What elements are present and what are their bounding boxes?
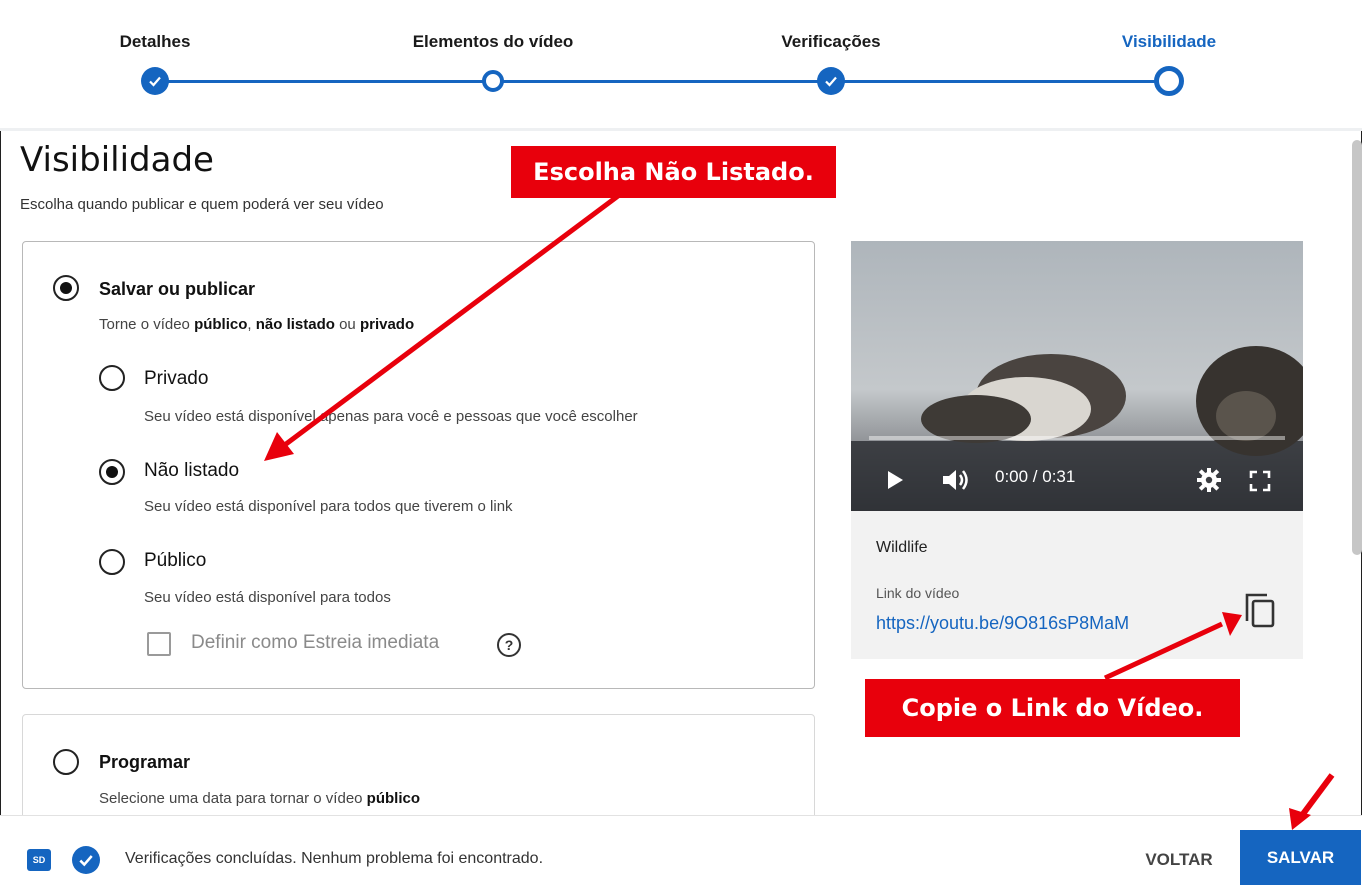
premiere-checkbox[interactable] [147,632,171,656]
help-icon[interactable]: ? [497,633,521,657]
save-publish-card: Salvar ou publicar Torne o vídeo público… [22,241,815,689]
private-desc: Seu vídeo está disponível apenas para vo… [144,408,638,425]
video-thumbnail [851,241,1303,511]
check-icon [149,76,161,87]
page-subtitle: Escolha quando publicar e quem poderá ve… [20,196,384,213]
volume-icon[interactable] [941,467,971,493]
video-link[interactable]: https://youtu.be/9O816sP8MaM [876,613,1129,634]
check-icon [79,855,93,867]
save-button[interactable]: SALVAR [1240,830,1361,885]
play-icon[interactable] [885,469,905,491]
public-label[interactable]: Público [144,550,206,572]
unlisted-label[interactable]: Não listado [144,460,239,482]
step-video-elements-label[interactable]: Elementos do vídeo [413,32,574,52]
stepper-line [155,80,1169,83]
check-icon [825,76,837,87]
scrollbar[interactable] [1352,140,1362,555]
public-radio[interactable] [99,549,125,575]
copy-icon[interactable] [1243,591,1277,629]
public-desc: Seu vídeo está disponível para todos [144,589,391,606]
upload-stepper: Detalhes Elementos do vídeo Verificações… [0,0,1362,128]
page-title: Visibilidade [20,140,214,180]
fullscreen-icon[interactable] [1249,470,1271,492]
video-time: 0:00 / 0:31 [995,467,1076,486]
save-publish-label[interactable]: Salvar ou publicar [99,279,255,300]
schedule-label[interactable]: Programar [99,752,190,773]
step-visibility-node[interactable] [1154,66,1184,96]
step-checks-node[interactable] [817,67,845,95]
gear-icon[interactable] [1196,467,1222,493]
premiere-label[interactable]: Definir como Estreia imediata [191,632,439,654]
footer-bar: SD Verificações concluídas. Nenhum probl… [0,815,1362,885]
video-player[interactable]: 0:00 / 0:31 [851,241,1303,511]
video-info-panel: Wildlife Link do vídeo https://youtu.be/… [851,511,1303,659]
step-video-elements-node[interactable] [482,70,504,92]
video-link-label: Link do vídeo [876,585,960,601]
checks-complete-icon [72,846,100,874]
schedule-desc: Selecione uma data para tornar o vídeo p… [99,790,420,807]
step-details-node[interactable] [141,67,169,95]
video-progress-bar[interactable] [869,436,1285,440]
schedule-radio[interactable] [53,749,79,775]
header-divider [0,128,1362,131]
unlisted-radio[interactable] [99,459,125,485]
private-radio[interactable] [99,365,125,391]
step-checks-label[interactable]: Verificações [781,32,880,52]
sd-badge: SD [27,849,51,871]
step-details-label[interactable]: Detalhes [120,32,191,52]
back-button[interactable]: VOLTAR [1124,840,1234,880]
callout-choose-unlisted: Escolha Não Listado. [511,146,836,198]
unlisted-desc: Seu vídeo está disponível para todos que… [144,498,513,515]
video-title: Wildlife [876,539,928,556]
save-publish-radio[interactable] [53,275,79,301]
save-publish-desc: Torne o vídeo público, não listado ou pr… [99,316,415,333]
step-visibility-label[interactable]: Visibilidade [1122,32,1216,52]
private-label[interactable]: Privado [144,368,208,390]
checks-status-text: Verificações concluídas. Nenhum problema… [125,850,544,867]
callout-copy-link: Copie o Link do Vídeo. [865,679,1240,737]
